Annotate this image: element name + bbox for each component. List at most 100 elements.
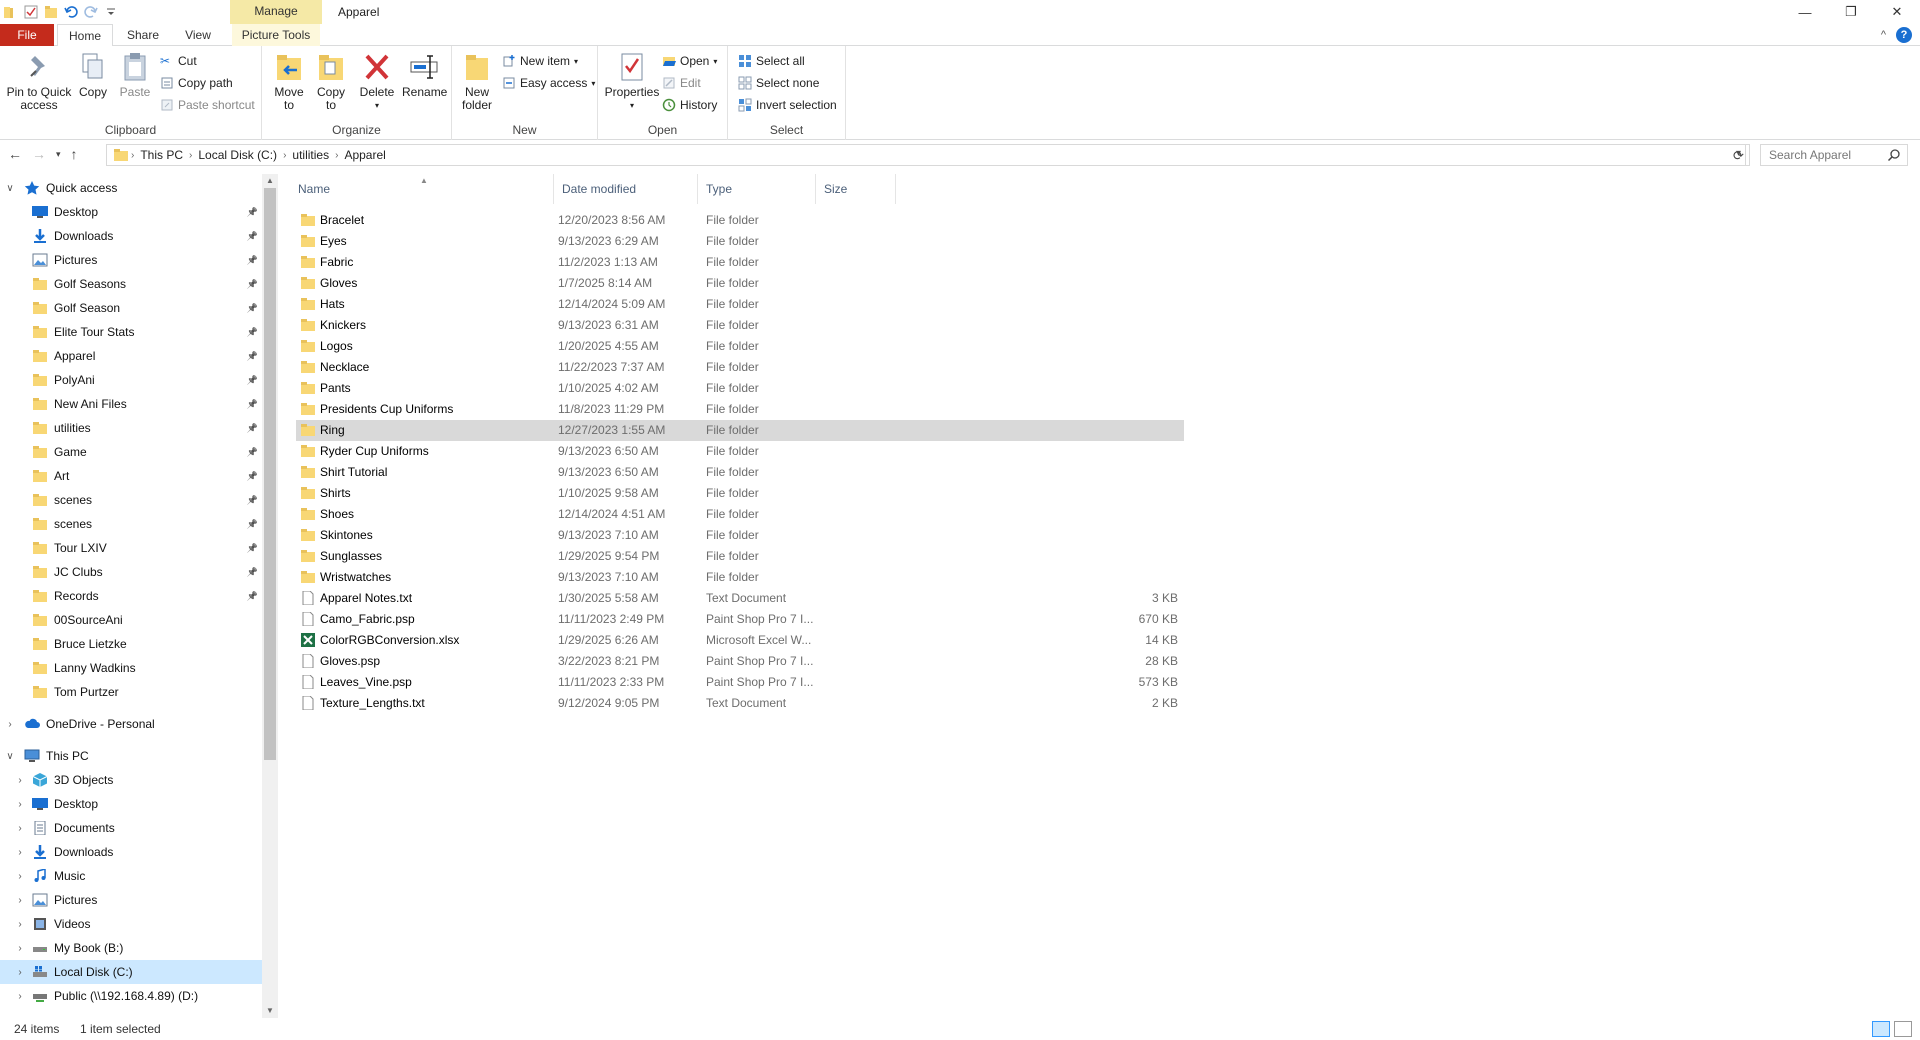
breadcrumb-this-pc[interactable]: This PC <box>140 148 183 162</box>
nav-quick-item[interactable]: Apparel 📌 <box>0 344 262 368</box>
file-row[interactable]: Apparel Notes.txt 1/30/2025 5:58 AM Text D… <box>296 588 1184 609</box>
chevron-down-icon[interactable]: ∨ <box>4 751 16 762</box>
move-to-button[interactable]: Move to <box>270 50 308 112</box>
pin-icon[interactable]: 📌 <box>247 231 258 242</box>
chevron-right-icon[interactable]: › <box>14 991 26 1002</box>
tab-share[interactable]: Share <box>120 24 166 46</box>
back-arrow-icon[interactable]: ← <box>8 146 22 162</box>
nav-pc-item[interactable]: › Pictures <box>0 888 262 912</box>
copy-to-button[interactable]: Copy to <box>312 50 350 112</box>
refresh-icon[interactable]: ⟳ <box>1728 144 1750 166</box>
chevron-right-icon[interactable]: › <box>14 823 26 834</box>
file-row[interactable]: Shirts 1/10/2025 9:58 AM File folder <box>296 483 1184 504</box>
file-row[interactable]: Wristwatches 9/13/2023 7:10 AM File folder <box>296 567 1184 588</box>
nav-quick-access[interactable]: ∨ Quick access <box>0 176 262 200</box>
file-row[interactable]: Gloves 1/7/2025 8:14 AM File folder <box>296 273 1184 294</box>
file-row[interactable]: Ring 12/27/2023 1:55 AM File folder <box>296 420 1184 441</box>
search-input[interactable]: Search Apparel <box>1760 144 1908 166</box>
nav-pc-item[interactable]: › Local Disk (C:) <box>0 960 262 984</box>
breadcrumb-apparel[interactable]: Apparel <box>344 148 385 162</box>
pin-icon[interactable]: 📌 <box>247 519 258 530</box>
cut-button[interactable]: ✂ Cut <box>160 52 197 70</box>
pin-icon[interactable]: 📌 <box>247 255 258 266</box>
chevron-right-icon[interactable]: › <box>14 847 26 858</box>
nav-quick-item[interactable]: JC Clubs 📌 <box>0 560 262 584</box>
nav-pc-item[interactable]: › Desktop <box>0 792 262 816</box>
breadcrumb-separator-icon[interactable]: › <box>283 150 286 161</box>
rename-button[interactable]: Rename <box>402 50 447 99</box>
nav-pc-item[interactable]: › 3D Objects <box>0 768 262 792</box>
pin-icon[interactable]: 📌 <box>247 471 258 482</box>
file-row[interactable]: Bracelet 12/20/2023 8:56 AM File folder <box>296 210 1184 231</box>
pin-icon[interactable]: 📌 <box>247 303 258 314</box>
chevron-down-icon[interactable]: ∨ <box>4 183 16 194</box>
nav-quick-item[interactable]: New Ani Files 📌 <box>0 392 262 416</box>
chevron-right-icon[interactable]: › <box>14 895 26 906</box>
file-row[interactable]: Skintones 9/13/2023 7:10 AM File folder <box>296 525 1184 546</box>
file-row[interactable]: Eyes 9/13/2023 6:29 AM File folder <box>296 231 1184 252</box>
file-row[interactable]: Knickers 9/13/2023 6:31 AM File folder <box>296 315 1184 336</box>
nav-quick-item[interactable]: PolyAni 📌 <box>0 368 262 392</box>
pin-icon[interactable]: 📌 <box>247 543 258 554</box>
nav-pc-item[interactable]: › Public (\\192.168.4.89) (D:) <box>0 984 262 1008</box>
history-button[interactable]: History <box>662 96 717 114</box>
chevron-right-icon[interactable]: › <box>14 919 26 930</box>
forward-arrow-icon[interactable]: → <box>32 146 46 162</box>
redo-icon[interactable] <box>84 5 98 19</box>
scroll-up-icon[interactable]: ▲ <box>262 174 278 188</box>
nav-pc-item[interactable]: › Downloads <box>0 840 262 864</box>
column-header-size[interactable]: Size <box>816 174 896 204</box>
undo-icon[interactable] <box>64 5 78 19</box>
copy-button[interactable]: Copy <box>76 50 110 99</box>
nav-quick-item[interactable]: Downloads 📌 <box>0 224 262 248</box>
recent-locations-icon[interactable]: ▾ <box>56 149 61 160</box>
file-row[interactable]: Pants 1/10/2025 4:02 AM File folder <box>296 378 1184 399</box>
nav-scroll-thumb[interactable] <box>264 188 276 760</box>
nav-this-pc[interactable]: ∨ This PC <box>0 744 262 768</box>
paste-shortcut-button[interactable]: Paste shortcut <box>160 96 255 114</box>
chevron-right-icon[interactable]: › <box>14 871 26 882</box>
new-folder-icon[interactable] <box>44 5 58 19</box>
nav-quick-item[interactable]: Records 📌 <box>0 584 262 608</box>
file-row[interactable]: Texture_Lengths.txt 9/12/2024 9:05 PM Text… <box>296 693 1184 714</box>
column-header-date[interactable]: Date modified <box>554 174 698 204</box>
file-row[interactable]: Leaves_Vine.psp 11/11/2023 2:33 PM Paint S… <box>296 672 1184 693</box>
delete-dropdown-icon[interactable]: ▾ <box>358 99 396 112</box>
nav-pc-item[interactable]: › Documents <box>0 816 262 840</box>
column-header-type[interactable]: Type <box>698 174 816 204</box>
manage-tab[interactable]: Manage <box>230 0 322 24</box>
pin-icon[interactable]: 📌 <box>247 207 258 218</box>
pin-icon[interactable]: 📌 <box>247 279 258 290</box>
chevron-right-icon[interactable]: › <box>14 967 26 978</box>
properties-dropdown-icon[interactable]: ▾ <box>604 99 660 112</box>
pin-icon[interactable]: 📌 <box>247 567 258 578</box>
file-row[interactable]: Necklace 11/22/2023 7:37 AM File folder <box>296 357 1184 378</box>
nav-quick-item[interactable]: utilities 📌 <box>0 416 262 440</box>
file-row[interactable]: Hats 12/14/2024 5:09 AM File folder <box>296 294 1184 315</box>
pin-icon[interactable]: 📌 <box>247 447 258 458</box>
nav-quick-item[interactable]: Art 📌 <box>0 464 262 488</box>
file-row[interactable]: Ryder Cup Uniforms 9/13/2023 6:50 AM File … <box>296 441 1184 462</box>
chevron-right-icon[interactable]: › <box>14 943 26 954</box>
pin-icon[interactable]: 📌 <box>247 375 258 386</box>
maximize-button[interactable]: ❐ <box>1828 0 1874 24</box>
nav-quick-item[interactable]: Lanny Wadkins <box>0 656 262 680</box>
details-view-icon[interactable] <box>1872 1021 1890 1037</box>
help-icon[interactable]: ? <box>1896 27 1912 43</box>
invert-selection-button[interactable]: Invert selection <box>738 96 837 114</box>
nav-pc-item[interactable]: › Music <box>0 864 262 888</box>
file-row[interactable]: Camo_Fabric.psp 11/11/2023 2:49 PM Paint S… <box>296 609 1184 630</box>
nav-quick-item[interactable]: Elite Tour Stats 📌 <box>0 320 262 344</box>
nav-quick-item[interactable]: Golf Season 📌 <box>0 296 262 320</box>
select-none-button[interactable]: Select none <box>738 74 819 92</box>
file-row[interactable]: Logos 1/20/2025 4:55 AM File folder <box>296 336 1184 357</box>
chevron-right-icon[interactable]: › <box>14 799 26 810</box>
file-row[interactable]: Gloves.psp 3/22/2023 8:21 PM Paint Shop Pr… <box>296 651 1184 672</box>
pin-icon[interactable]: 📌 <box>247 327 258 338</box>
file-row[interactable]: ColorRGBConversion.xlsx 1/29/2025 6:26 AM… <box>296 630 1184 651</box>
tab-home[interactable]: Home <box>57 24 113 47</box>
new-folder-button[interactable]: New folder <box>458 50 496 112</box>
minimize-button[interactable]: — <box>1782 0 1828 24</box>
tab-view[interactable]: View <box>176 24 220 46</box>
breadcrumb-utilities[interactable]: utilities <box>292 148 329 162</box>
